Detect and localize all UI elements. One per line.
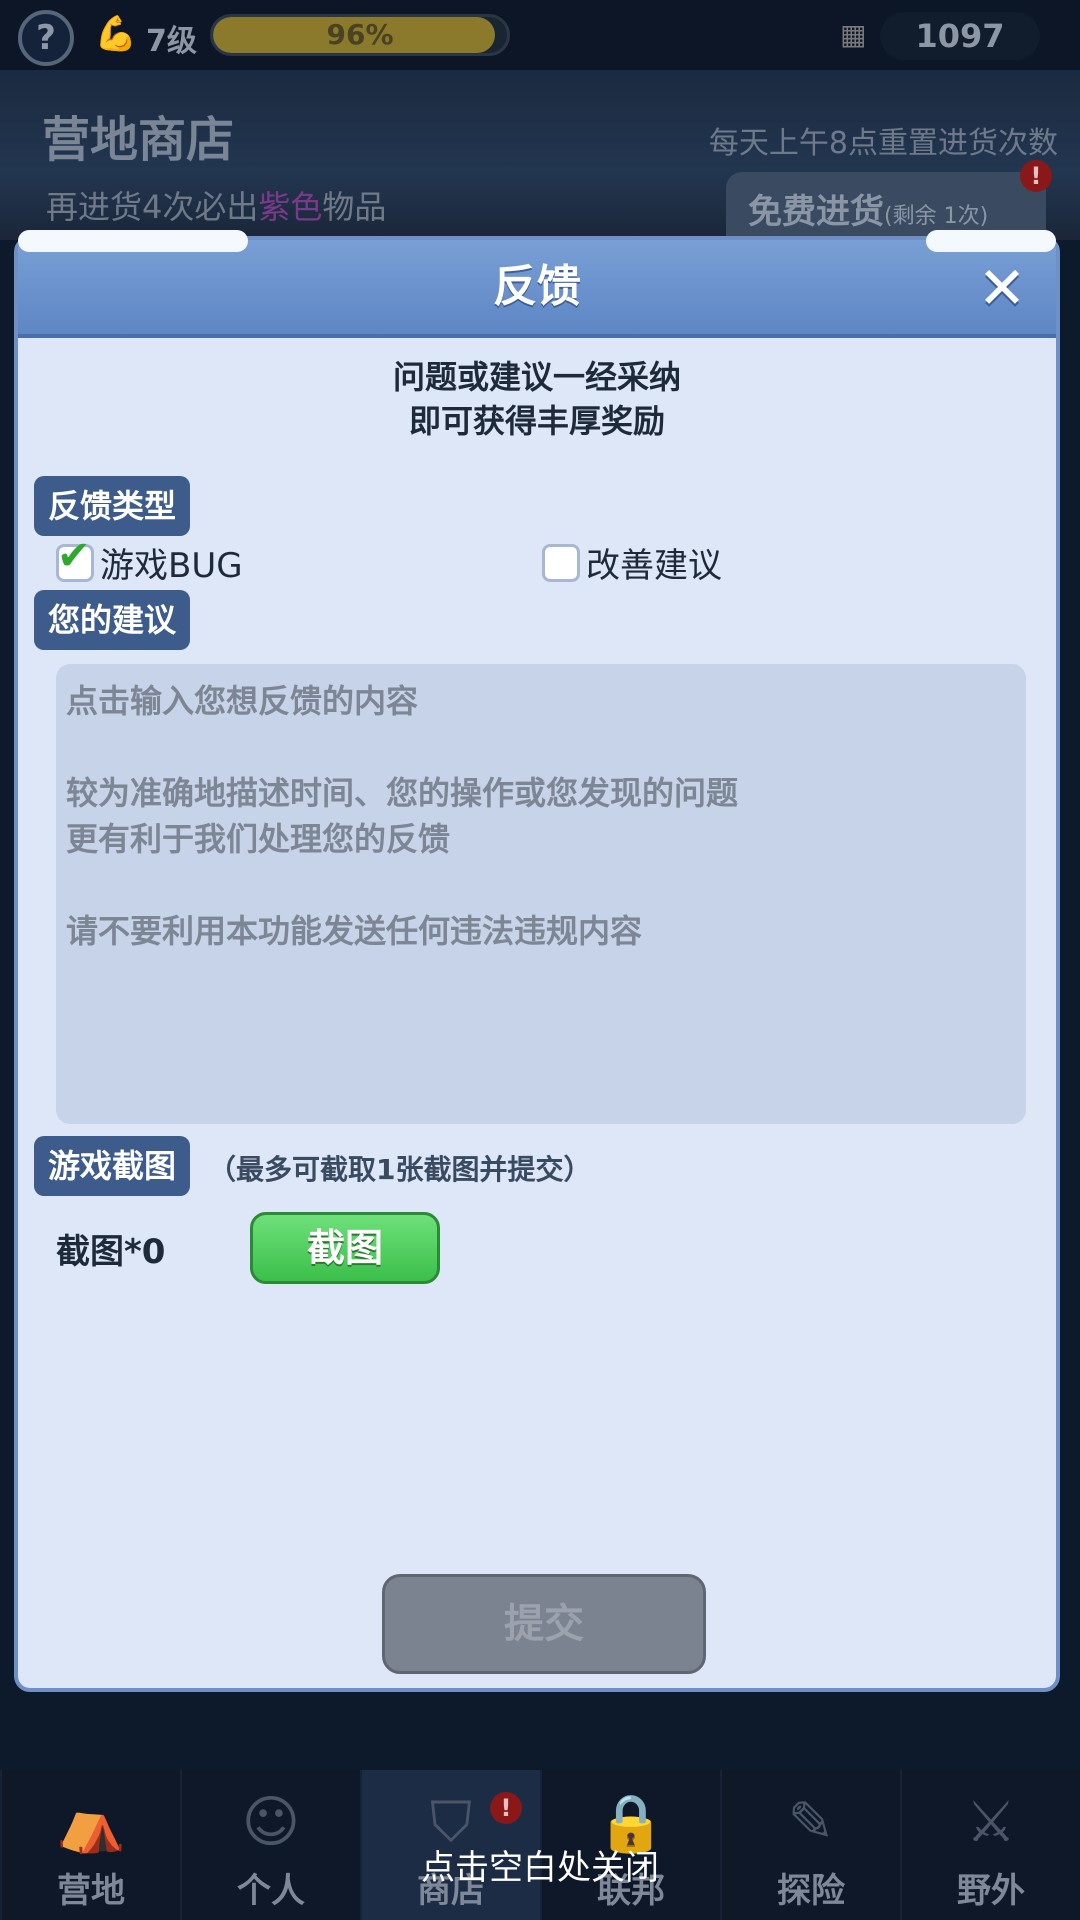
free-restock-remaining: (剩余 1次) (884, 204, 989, 229)
snow-decoration (18, 230, 248, 252)
question-icon[interactable]: ? (18, 10, 74, 66)
close-icon[interactable]: ✕ (972, 258, 1032, 318)
reward-line-1: 问题或建议一经采纳 (392, 358, 681, 396)
dialog-header: 反馈 ✕ (18, 240, 1056, 338)
alert-icon: ! (1020, 160, 1052, 192)
option-game-bug[interactable]: ✔ 游戏BUG (56, 533, 243, 587)
alert-icon: ! (490, 1792, 522, 1824)
screenshot-button[interactable]: 截图 (250, 1212, 440, 1284)
option-improvement[interactable]: 改善建议 (542, 538, 722, 587)
level-label: 7级 (146, 24, 197, 59)
strength-icon: 💪 (94, 14, 138, 54)
feedback-text-input[interactable]: 点击输入您想反馈的内容 较为准确地描述时间、您的操作或您发现的问题 更有利于我们… (56, 664, 1026, 1124)
reward-line-2: 即可获得丰厚奖励 (408, 402, 665, 440)
screenshot-section-label: 游戏截图 (34, 1136, 191, 1196)
suggestion-checkbox[interactable] (542, 543, 580, 582)
submit-button[interactable]: 提交 (382, 1574, 706, 1674)
feedback-type-label: 反馈类型 (34, 476, 191, 536)
dialog-title: 反馈 (493, 261, 581, 312)
purple-item-highlight: 紫色 (258, 188, 323, 226)
your-suggestion-label: 您的建议 (34, 590, 191, 650)
exp-progress-bar: 96% (210, 14, 510, 56)
tap-blank-to-close-hint[interactable]: 点击空白处关闭 (0, 1840, 1080, 1889)
feedback-dialog: 反馈 ✕ 问题或建议一经采纳 即可获得丰厚奖励 反馈类型 ✔ 游戏BUG 改善建… (14, 230, 1060, 1692)
screenshot-count: 截图*0 (56, 1232, 166, 1272)
shop-title: 营地商店 (42, 112, 235, 168)
restock-reset-note: 每天上午8点重置进货次数 (708, 126, 1058, 161)
resource-counter: 1097 (880, 12, 1040, 60)
snow-decoration (926, 230, 1056, 252)
checkmark-icon: ✔ (57, 532, 91, 579)
shop-subtitle: 再进货4次必出紫色物品 (46, 188, 387, 226)
exp-percent: 96% (326, 18, 394, 51)
bug-checkbox[interactable]: ✔ (56, 533, 94, 582)
top-status-bar: ? 💪 7级 96% ▦ 1097 (0, 0, 1080, 70)
supply-icon: ▦ (840, 18, 867, 51)
screenshot-limit-hint: （最多可截取1张截图并提交） (208, 1153, 592, 1186)
